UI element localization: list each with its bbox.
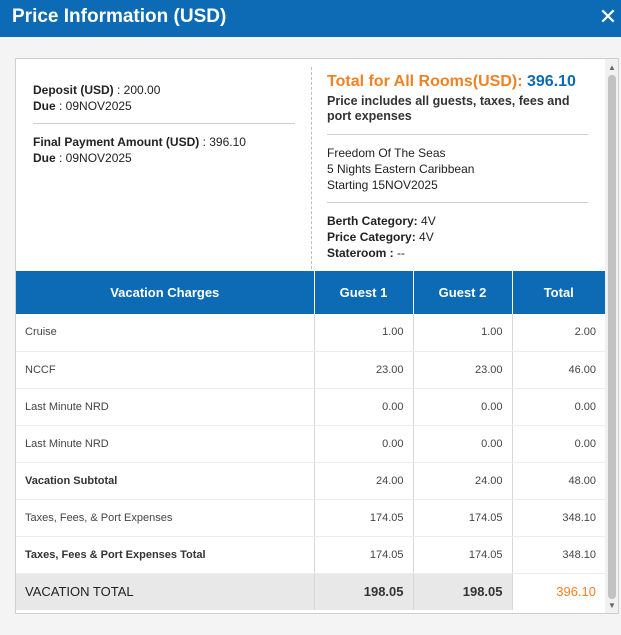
stateroom-value: --	[397, 246, 406, 260]
total-amount-cell: 0.00	[512, 388, 605, 426]
price-category-label: Price Category:	[327, 230, 416, 244]
guest-1-amount: 174.05	[314, 499, 414, 537]
right-divider-1	[327, 134, 588, 135]
modal-title: Price Information (USD)	[12, 6, 227, 27]
charge-label: Cruise	[16, 314, 315, 352]
table-row: Taxes, Fees & Port Expenses Total 174.05…	[16, 536, 605, 574]
charge-label: Last Minute NRD	[16, 425, 315, 463]
price-category: Price Category: 4V	[327, 229, 436, 245]
final-due-label: Due	[33, 151, 56, 165]
header-guest-1: Guest 1	[314, 271, 414, 314]
guest-2-amount: 24.00	[413, 462, 513, 500]
final-payment-label: Final Payment Amount (USD)	[33, 135, 200, 149]
close-icon[interactable]: ✕	[597, 4, 619, 30]
stateroom-label: Stateroom :	[327, 246, 394, 260]
vacation-total-label: VACATION TOTAL	[16, 573, 315, 610]
scroll-up-arrow-icon[interactable]: ▲	[605, 61, 618, 75]
price-includes-note: Price includes all guests, taxes, fees a…	[327, 94, 570, 123]
guest-2-amount: 0.00	[413, 425, 513, 463]
header-vacation-charges: Vacation Charges	[16, 271, 315, 314]
deposit-due-line: Due : 09NOV2025	[33, 98, 295, 114]
price-panel: Deposit (USD) : 200.00 Due : 09NOV2025 F…	[15, 58, 619, 614]
table-row: NCCF 23.00 23.00 46.00	[16, 351, 605, 389]
table-row: Last Minute NRD 0.00 0.00 0.00	[16, 388, 605, 426]
price-scroll-area: Deposit (USD) : 200.00 Due : 09NOV2025 F…	[16, 59, 605, 613]
header-guest-2: Guest 2	[413, 271, 513, 314]
table-row: Cruise 1.00 1.00 2.00	[16, 314, 605, 352]
vacation-total-row: VACATION TOTAL 198.05 198.05 396.10	[16, 573, 605, 610]
scroll-thumb[interactable]	[608, 75, 616, 599]
vacation-total-guest-2: 198.05	[413, 573, 513, 610]
charge-label: Vacation Subtotal	[16, 462, 315, 500]
category-info: Berth Category: 4V Price Category: 4V St…	[327, 213, 436, 261]
total-amount-cell: 46.00	[512, 351, 605, 389]
charge-label: Taxes, Fees & Port Expenses Total	[16, 536, 315, 574]
total-amount-cell: 48.00	[512, 462, 605, 500]
summary-vertical-divider	[311, 67, 312, 269]
modal-header: Price Information (USD) ✕	[0, 0, 621, 37]
guest-2-amount: 174.05	[413, 536, 513, 574]
deposit-line: Deposit (USD) : 200.00	[33, 82, 295, 98]
final-payment-value: : 396.10	[202, 135, 246, 149]
final-due-value: : 09NOV2025	[59, 151, 132, 165]
guest-1-amount: 0.00	[314, 425, 414, 463]
charge-label: NCCF	[16, 351, 315, 389]
guest-1-amount: 0.00	[314, 388, 414, 426]
total-amount: 396.10	[527, 73, 576, 90]
price-category-value: 4V	[419, 230, 434, 244]
vacation-charges-table: Vacation Charges Guest 1 Guest 2 Total C…	[16, 271, 605, 610]
ship-name: Freedom Of The Seas	[327, 146, 446, 160]
charge-label: Last Minute NRD	[16, 388, 315, 426]
final-payment-line: Final Payment Amount (USD) : 396.10	[33, 134, 246, 150]
total-amount-cell: 348.10	[512, 499, 605, 537]
stateroom: Stateroom : --	[327, 245, 436, 261]
guest-2-amount: 0.00	[413, 388, 513, 426]
total-label: Total for All Rooms(USD):	[327, 73, 523, 90]
deposit-due-label: Due	[33, 99, 56, 113]
vacation-total-guest-1: 198.05	[314, 573, 414, 610]
total-amount-cell: 0.00	[512, 425, 605, 463]
ship-info: Freedom Of The Seas 5 Nights Eastern Car…	[327, 145, 474, 193]
deposit-label: Deposit (USD)	[33, 83, 114, 97]
charge-label: Taxes, Fees, & Port Expenses	[16, 499, 315, 537]
berth-category: Berth Category: 4V	[327, 213, 436, 229]
guest-1-amount: 24.00	[314, 462, 414, 500]
table-header-row: Vacation Charges Guest 1 Guest 2 Total	[16, 271, 605, 314]
right-divider-2	[327, 202, 588, 203]
table-row: Vacation Subtotal 24.00 24.00 48.00	[16, 462, 605, 500]
guest-2-amount: 174.05	[413, 499, 513, 537]
guest-1-amount: 23.00	[314, 351, 414, 389]
guest-2-amount: 1.00	[413, 314, 513, 352]
guest-2-amount: 23.00	[413, 351, 513, 389]
total-title: Total for All Rooms(USD): 396.10	[327, 73, 589, 91]
total-amount-cell: 348.10	[512, 536, 605, 574]
scroll-down-arrow-icon[interactable]: ▼	[605, 599, 618, 613]
total-summary: Total for All Rooms(USD): 396.10 Price i…	[327, 73, 589, 124]
berth-category-value: 4V	[421, 214, 436, 228]
itinerary: 5 Nights Eastern Caribbean	[327, 162, 475, 176]
final-due-line: Due : 09NOV2025	[33, 150, 246, 166]
total-amount-cell: 2.00	[512, 314, 605, 352]
header-total: Total	[512, 271, 605, 314]
final-payment-block: Final Payment Amount (USD) : 396.10 Due …	[33, 134, 246, 166]
berth-category-label: Berth Category:	[327, 214, 418, 228]
left-divider	[33, 123, 295, 124]
deposit-block: Deposit (USD) : 200.00 Due : 09NOV2025	[33, 82, 295, 114]
guest-1-amount: 174.05	[314, 536, 414, 574]
sail-date: Starting 15NOV2025	[327, 178, 438, 192]
vacation-total-grand: 396.10	[512, 573, 605, 610]
vertical-scrollbar[interactable]: ▲ ▼	[605, 59, 618, 613]
deposit-value: : 200.00	[117, 83, 161, 97]
table-row: Taxes, Fees, & Port Expenses 174.05 174.…	[16, 499, 605, 537]
deposit-due-value: : 09NOV2025	[59, 99, 132, 113]
guest-1-amount: 1.00	[314, 314, 414, 352]
table-row: Last Minute NRD 0.00 0.00 0.00	[16, 425, 605, 463]
